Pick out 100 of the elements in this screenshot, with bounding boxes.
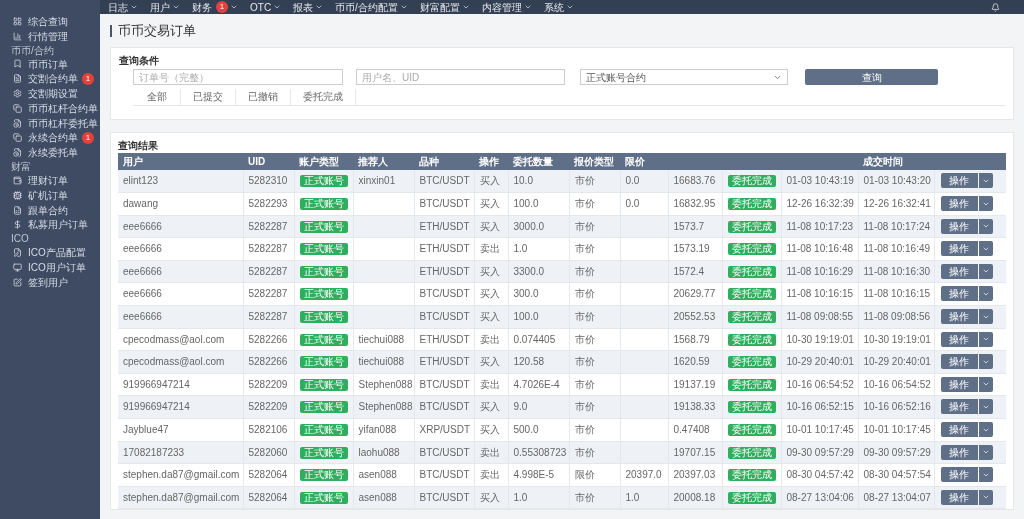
dropdown-toggle[interactable] <box>978 467 993 483</box>
nav-menu[interactable]: 系统 <box>543 0 574 15</box>
sidebar-item[interactable]: ICO用户订单 <box>0 260 100 275</box>
action-button[interactable]: 操作 <box>940 263 978 279</box>
dropdown-toggle[interactable] <box>978 399 993 415</box>
sidebar-item[interactable]: ICO产品配置 <box>0 245 100 261</box>
table-cell: 11-08 10:16:48 <box>786 243 854 255</box>
dropdown-toggle[interactable] <box>978 286 993 302</box>
nav-menu[interactable]: 用户 <box>150 0 180 15</box>
dropdown-toggle[interactable] <box>978 241 993 257</box>
action-button[interactable]: 操作 <box>940 286 978 302</box>
order-number-field[interactable]: 订单号（完整） <box>133 69 343 85</box>
table-cell: 市价 <box>574 175 595 186</box>
table-cell: 买入 <box>479 198 500 210</box>
action-button[interactable]: 操作 <box>940 376 978 392</box>
sidebar-item[interactable]: 币币订单 <box>0 56 100 72</box>
action-button[interactable]: 操作 <box>940 444 978 460</box>
filter-tab[interactable]: 已撤销 <box>236 89 291 105</box>
dropdown-toggle[interactable] <box>978 422 993 438</box>
sidebar-item[interactable]: 私募用户订单 <box>0 217 100 233</box>
dropdown-toggle[interactable] <box>978 263 993 279</box>
dropdown-toggle[interactable] <box>978 196 993 212</box>
action-button[interactable]: 操作 <box>940 241 978 257</box>
username-field[interactable]: 用户名、UID <box>356 69 565 85</box>
sidebar-item[interactable]: 永续委托单 <box>0 145 100 161</box>
nav-menu[interactable]: OTC <box>250 0 282 15</box>
table-cell: 20397.0 <box>625 469 662 481</box>
filter-tab[interactable]: 已提交 <box>181 89 236 105</box>
table-cell: 卖出 <box>479 243 500 255</box>
table-cell: 5282293 <box>248 198 288 210</box>
table-cell: asen088 <box>358 469 397 481</box>
action-button[interactable]: 操作 <box>940 218 978 234</box>
table-cell: eee6666 <box>123 220 162 232</box>
table-cell: 08-30 04:57:42 <box>786 469 854 481</box>
action-button[interactable]: 操作 <box>940 422 978 438</box>
sidebar-item[interactable]: 币币杠杆合约单 <box>0 101 100 116</box>
dropdown-toggle[interactable] <box>978 444 993 460</box>
status-tag: 委托完成 <box>727 288 776 301</box>
account-type-select[interactable]: 正式账号合约 <box>580 69 788 85</box>
table-cell: 买入 <box>479 311 500 323</box>
action-button[interactable]: 操作 <box>940 354 978 370</box>
table-cell: 市价 <box>574 311 595 323</box>
nav-menu[interactable]: 报表 <box>293 0 324 15</box>
sidebar-item[interactable]: 综合查询 <box>0 14 100 29</box>
sidebar-item[interactable]: 币币杠杆委托单 <box>0 115 100 131</box>
action-button[interactable]: 操作 <box>940 399 978 415</box>
table-cell: 买入 <box>479 175 500 186</box>
sidebar-item[interactable]: 签到用户 <box>0 274 100 290</box>
dropdown-toggle[interactable] <box>978 173 993 188</box>
table-cell: BTC/USDT <box>419 401 470 413</box>
action-button[interactable]: 操作 <box>940 173 978 188</box>
caret-icon <box>565 3 574 11</box>
status-tag: 委托完成 <box>727 401 776 414</box>
action-button[interactable]: 操作 <box>940 309 978 325</box>
sidebar-item[interactable]: 永续合约单 1 <box>0 130 100 146</box>
sidebar-item[interactable]: 交割合约单 1 <box>0 71 100 87</box>
filter-tab[interactable]: 委托完成 <box>291 89 356 105</box>
table-cell: 20629.77 <box>673 288 716 300</box>
table-cell: 16832.95 <box>673 198 716 210</box>
nav-menu[interactable]: 日志 <box>108 0 138 15</box>
table-cell: XRP/USDT <box>419 424 471 436</box>
status-tag: 正式账号 <box>299 198 348 211</box>
nav-menu[interactable]: 内容管理 <box>481 0 532 15</box>
search-button[interactable]: 查询 <box>805 69 938 85</box>
dropdown-toggle[interactable] <box>978 218 993 234</box>
bell-icon[interactable] <box>991 2 1000 12</box>
dropdown-toggle[interactable] <box>978 309 993 325</box>
caret-icon <box>130 3 138 11</box>
table-cell: cpecodmass@aol.com <box>123 356 225 368</box>
table-cell: 5282287 <box>248 311 288 323</box>
dropdown-toggle[interactable] <box>978 376 993 392</box>
sidebar-item[interactable]: 跟单合约 <box>0 202 100 218</box>
table-cell: 20552.53 <box>673 311 716 323</box>
sidebar-item[interactable]: 理财订单 <box>0 173 100 188</box>
sidebar-item[interactable]: 交割期设置 <box>0 86 100 101</box>
column-header: UID <box>243 153 294 170</box>
table-cell: 16683.76 <box>673 175 716 186</box>
dropdown-toggle[interactable] <box>978 489 993 505</box>
table-cell: 4.7026E-4 <box>513 378 560 390</box>
action-button[interactable]: 操作 <box>940 489 978 505</box>
table-cell: ETH/USDT <box>419 333 470 345</box>
table-cell: dawang <box>123 198 159 210</box>
table-cell: 100.0 <box>513 198 539 210</box>
sidebar-item[interactable]: 行情管理 <box>0 28 100 44</box>
table-cell: 市价 <box>574 198 595 210</box>
nav-menu[interactable]: 币币/合约配置 <box>335 0 408 15</box>
column-header: 账户类型 <box>294 153 353 170</box>
action-button[interactable]: 操作 <box>940 331 978 347</box>
filter-tab[interactable]: 全部 <box>133 89 181 105</box>
dropdown-toggle[interactable] <box>978 354 993 370</box>
nav-menu[interactable]: 财务 1 <box>192 0 238 15</box>
action-button[interactable]: 操作 <box>940 467 978 483</box>
table-cell: 1572.4 <box>673 265 705 277</box>
count-badge: 1 <box>82 72 94 85</box>
dropdown-toggle[interactable] <box>978 331 993 347</box>
action-button[interactable]: 操作 <box>940 196 978 212</box>
table-cell: eee6666 <box>123 288 162 300</box>
table-cell: 12-26 16:32:41 <box>863 198 931 210</box>
sidebar-item[interactable]: 矿机订单 <box>0 187 100 203</box>
nav-menu[interactable]: 财富配置 <box>419 0 470 15</box>
